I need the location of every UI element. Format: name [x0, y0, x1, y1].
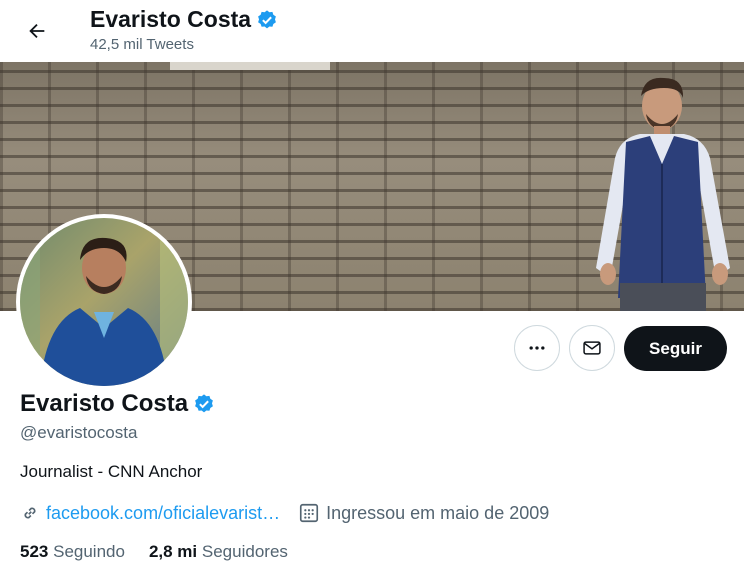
- followers-stat[interactable]: 2,8 mi Seguidores: [149, 542, 288, 562]
- link-icon: [24, 507, 36, 519]
- following-label: Seguindo: [53, 542, 125, 561]
- arrow-left-icon: [29, 23, 45, 39]
- joined-item: Ingressou em maio de 2009: [298, 502, 549, 524]
- message-button[interactable]: [569, 325, 615, 371]
- profile-handle: @evaristocosta: [20, 423, 138, 442]
- profile-meta: facebook.com/oficialevarist… Ingressou e…: [20, 502, 549, 524]
- profile-name: Evaristo Costa: [20, 390, 189, 417]
- banner-person-image: [596, 77, 730, 311]
- tweet-count: 42,5 mil Tweets: [90, 36, 194, 53]
- back-button[interactable]: [18, 12, 56, 50]
- header-name: Evaristo Costa: [90, 6, 252, 32]
- following-count: 523: [20, 542, 49, 561]
- follow-button[interactable]: Seguir: [624, 326, 727, 371]
- banner-sign: [170, 62, 330, 70]
- avatar-person-illustration: [20, 218, 188, 386]
- profile-avatar[interactable]: [16, 214, 192, 390]
- calendar-icon: [300, 503, 319, 523]
- profile-bio: Journalist - CNN Anchor: [20, 462, 203, 481]
- header-title: Evaristo Costa: [90, 6, 278, 33]
- more-options-button[interactable]: [514, 325, 560, 371]
- verified-badge-icon: [195, 394, 213, 413]
- following-stat[interactable]: 523 Seguindo: [20, 542, 125, 562]
- followers-label: Seguidores: [201, 542, 288, 561]
- website-link[interactable]: facebook.com/oficialevarist…: [46, 503, 280, 524]
- more-icon: [529, 346, 545, 350]
- joined-date: Ingressou em maio de 2009: [326, 502, 550, 523]
- followers-count: 2,8 mi: [148, 542, 198, 561]
- avatar-image: [20, 218, 188, 386]
- website-item[interactable]: facebook.com/oficialevarist…: [20, 503, 280, 524]
- profile-stats: 523 Seguindo 2,8 mi Seguidores: [20, 542, 288, 562]
- verified-badge-icon: [258, 9, 276, 28]
- profile-name-row: Evaristo Costa: [20, 390, 215, 418]
- envelope-icon: [583, 341, 601, 355]
- top-bar: Evaristo Costa 42,5 mil Tweets: [0, 0, 744, 62]
